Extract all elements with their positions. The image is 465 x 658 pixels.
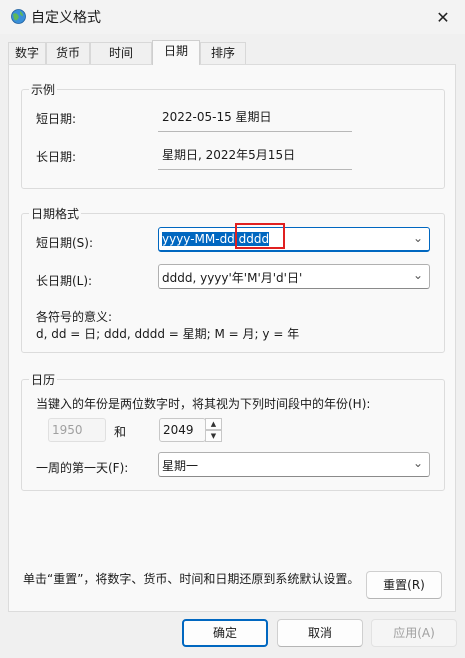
reset-button[interactable]: 重置(R) — [366, 571, 442, 599]
end-year-spinner: ▲ ▼ — [205, 418, 222, 442]
window-title: 自定义格式 — [31, 10, 101, 26]
date-format-group-title: 日期格式 — [29, 205, 82, 222]
ok-button[interactable]: 确定 — [182, 619, 268, 647]
tab-number[interactable]: 数字 — [8, 42, 46, 64]
tab-panel: 示例 短日期: 2022-05-15 星期日 长日期: 星期日, 2022年5月… — [8, 64, 456, 612]
title-bar: 自定义格式 ✕ — [0, 0, 465, 34]
close-icon: ✕ — [436, 7, 450, 27]
tab-currency[interactable]: 货币 — [46, 42, 90, 64]
globe-clock-icon — [11, 9, 26, 24]
example-group-title: 示例 — [29, 81, 58, 98]
first-day-value[interactable]: 星期一 — [162, 457, 198, 474]
short-date-selection-weekday: dddd — [234, 232, 270, 246]
tab-time[interactable]: 时间 — [90, 42, 152, 64]
example-short-value: 2022-05-15 星期日 — [158, 102, 352, 132]
short-date-label: 短日期(S): — [36, 236, 94, 250]
and-label: 和 — [114, 425, 127, 439]
symbol-legend-title: 各符号的意义: — [36, 310, 113, 324]
long-date-label: 长日期(L): — [36, 274, 93, 288]
tab-date[interactable]: 日期 — [152, 40, 200, 65]
example-short-label: 短日期: — [36, 112, 77, 126]
close-button[interactable]: ✕ — [421, 0, 465, 34]
symbol-legend-text: d, dd = 日; ddd, dddd = 星期; M = 月; y = 年 — [36, 327, 300, 341]
start-year-field: 1950 — [48, 418, 106, 442]
calendar-group-title: 日历 — [29, 371, 58, 388]
long-date-combo[interactable]: dddd, yyyy'年'M'月'd'日' ⌄ — [158, 264, 430, 289]
chevron-down-icon[interactable]: ⌄ — [413, 231, 423, 245]
example-long-label: 长日期: — [36, 150, 77, 164]
short-date-selection: yyyy-MM-dd — [162, 232, 235, 246]
first-day-label: 一周的第一天(F): — [36, 461, 129, 475]
first-day-combo[interactable]: 星期一 ⌄ — [158, 452, 430, 477]
reset-description: 单击“重置”，将数字、货币、时间和日期还原到系统默认设置。 — [23, 572, 360, 586]
chevron-down-icon[interactable]: ⌄ — [413, 456, 423, 470]
apply-button: 应用(A) — [371, 619, 457, 647]
date-format-group: 日期格式 短日期(S): yyyy-MM-dd dddd ⌄ 长日期(L): d… — [21, 205, 445, 353]
example-group: 示例 短日期: 2022-05-15 星期日 长日期: 星期日, 2022年5月… — [21, 81, 445, 189]
short-date-combo[interactable]: yyyy-MM-dd dddd ⌄ — [158, 227, 430, 252]
cancel-button[interactable]: 取消 — [277, 619, 363, 647]
end-year-field[interactable]: 2049 — [159, 418, 206, 442]
long-date-value[interactable]: dddd, yyyy'年'M'月'd'日' — [162, 269, 302, 286]
calendar-group: 日历 当键入的年份是两位数字时，将其视为下列时间段中的年份(H): 1950 和… — [21, 371, 445, 491]
spin-up-icon[interactable]: ▲ — [205, 418, 222, 430]
short-date-value[interactable]: yyyy-MM-dd dddd — [162, 232, 270, 246]
example-long-value: 星期日, 2022年5月15日 — [158, 140, 352, 170]
tab-sort[interactable]: 排序 — [200, 42, 246, 64]
two-digit-year-label: 当键入的年份是两位数字时，将其视为下列时间段中的年份(H): — [36, 397, 371, 411]
spin-down-icon[interactable]: ▼ — [205, 430, 222, 442]
chevron-down-icon[interactable]: ⌄ — [413, 268, 423, 282]
